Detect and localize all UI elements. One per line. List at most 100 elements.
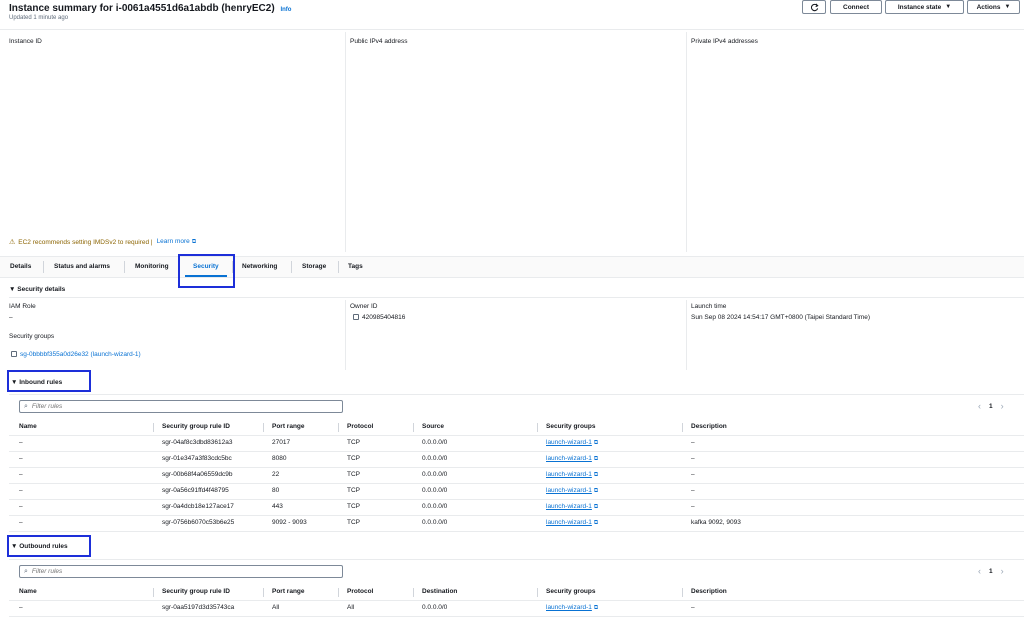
table-cell: –: [691, 487, 695, 494]
column-separator[interactable]: [537, 423, 538, 432]
learn-more-link[interactable]: Learn more ⧉: [157, 238, 197, 246]
updated-text: Updated 1 minute ago: [9, 15, 69, 21]
column-separator[interactable]: [338, 423, 339, 432]
table-cell: –: [691, 471, 695, 478]
security-group-link[interactable]: sg-0bbbbf355a0d26e32 (launch-wizard-1): [11, 351, 141, 358]
outbound-highlight: [7, 535, 91, 557]
table-cell: –: [19, 503, 23, 510]
launch-time-label: Launch time: [691, 303, 727, 310]
security-group-link[interactable]: launch-wizard-1 ⧉: [546, 455, 598, 463]
security-groups-label: Security groups: [9, 333, 55, 340]
column-header[interactable]: Source: [422, 423, 444, 430]
column-separator[interactable]: [153, 423, 154, 432]
security-group-link[interactable]: launch-wizard-1 ⧉: [546, 503, 598, 511]
security-group-link[interactable]: launch-wizard-1 ⧉: [546, 487, 598, 495]
column-header[interactable]: Protocol: [347, 423, 373, 430]
security-group-link[interactable]: launch-wizard-1 ⧉: [546, 604, 598, 612]
warning-icon: ⚠: [9, 239, 16, 246]
column-header[interactable]: Port range: [272, 588, 305, 595]
external-link-icon: ⧉: [593, 456, 599, 462]
tab-status-and-alarms[interactable]: Status and alarms: [54, 263, 110, 270]
column-header[interactable]: Description: [691, 588, 727, 595]
table-cell: 0.0.0.0/0: [422, 455, 448, 462]
refresh-icon: [810, 3, 819, 11]
column-header[interactable]: Security groups: [546, 423, 595, 430]
column-separator[interactable]: [537, 588, 538, 597]
table-cell: kafka 9092, 9093: [691, 519, 741, 526]
info-link[interactable]: Info: [280, 7, 291, 13]
column-separator[interactable]: [153, 588, 154, 597]
security-group-link[interactable]: launch-wizard-1 ⧉: [546, 519, 598, 527]
tab-details[interactable]: Details: [10, 263, 31, 270]
column-separator[interactable]: [263, 423, 264, 432]
column-divider: [345, 32, 346, 252]
security-group-name: launch-wizard-1: [546, 439, 592, 446]
row-divider: [9, 435, 1024, 436]
external-link-icon: ⧉: [593, 504, 599, 510]
chevron-right-icon[interactable]: ›: [1001, 401, 1004, 411]
column-header[interactable]: Protocol: [347, 588, 373, 595]
row-divider: [9, 616, 1024, 617]
tab-separator: [338, 261, 339, 273]
row-divider: [9, 451, 1024, 452]
column-header[interactable]: Security group rule ID: [162, 423, 230, 430]
table-cell: –: [19, 455, 23, 462]
external-link-icon: ⧉: [593, 605, 599, 611]
column-separator[interactable]: [682, 588, 683, 597]
tab-tags[interactable]: Tags: [348, 263, 363, 270]
table-cell: –: [19, 519, 23, 526]
copy-icon[interactable]: [353, 314, 359, 320]
chevron-left-icon[interactable]: ‹: [978, 566, 981, 576]
column-header[interactable]: Description: [691, 423, 727, 430]
inbound-filter-input[interactable]: [31, 403, 322, 410]
column-separator[interactable]: [413, 423, 414, 432]
iam-role-value: –: [9, 314, 13, 321]
private-ipv4-label: Private IPv4 addresses: [691, 38, 758, 45]
outbound-filter-input[interactable]: [31, 568, 322, 575]
actions-button[interactable]: Actions ▼: [967, 0, 1020, 14]
chevron-right-icon[interactable]: ›: [1001, 566, 1004, 576]
tab-monitoring[interactable]: Monitoring: [135, 263, 169, 270]
table-cell: sgr-0a4dcb18e127ace17: [162, 503, 234, 510]
refresh-button[interactable]: [802, 0, 826, 14]
column-header[interactable]: Destination: [422, 588, 457, 595]
column-separator[interactable]: [682, 423, 683, 432]
security-details-label: Security details: [17, 286, 66, 293]
security-details-heading[interactable]: ▼ Security details: [9, 286, 65, 293]
copy-icon[interactable]: [11, 351, 17, 357]
connect-button[interactable]: Connect: [830, 0, 882, 14]
security-group-link[interactable]: launch-wizard-1 ⧉: [546, 471, 598, 479]
connect-label: Connect: [843, 3, 869, 11]
table-cell: 443: [272, 503, 283, 510]
column-header[interactable]: Name: [19, 588, 37, 595]
instance-id-label: Instance ID: [9, 38, 42, 45]
column-separator[interactable]: [413, 588, 414, 597]
table-cell: –: [691, 503, 695, 510]
chevron-left-icon[interactable]: ‹: [978, 401, 981, 411]
owner-id-text: 420985404816: [362, 314, 406, 321]
tab-storage[interactable]: Storage: [302, 263, 326, 270]
table-cell: 27017: [272, 439, 291, 446]
table-cell: 22: [272, 471, 280, 478]
launch-time-value: Sun Sep 08 2024 14:54:17 GMT+0800 (Taipe…: [691, 314, 871, 321]
caret-down-icon: ▼: [1004, 4, 1011, 10]
table-cell: –: [19, 487, 23, 494]
security-group-link[interactable]: launch-wizard-1 ⧉: [546, 439, 598, 447]
external-link-icon: ⧉: [191, 239, 197, 245]
column-separator[interactable]: [263, 588, 264, 597]
table-cell: 0.0.0.0/0: [422, 519, 448, 526]
column-header[interactable]: Port range: [272, 423, 305, 430]
outbound-filter[interactable]: ⌕: [19, 565, 343, 578]
security-group-name: launch-wizard-1: [546, 503, 592, 510]
column-header[interactable]: Security group rule ID: [162, 588, 230, 595]
section-divider: [9, 394, 1024, 395]
column-separator[interactable]: [338, 588, 339, 597]
tab-networking[interactable]: Networking: [242, 263, 277, 270]
table-cell: TCP: [347, 487, 360, 494]
column-header[interactable]: Security groups: [546, 588, 595, 595]
page-number[interactable]: 1: [989, 568, 993, 575]
instance-state-button[interactable]: Instance state ▼: [885, 0, 964, 14]
inbound-filter[interactable]: ⌕: [19, 400, 343, 413]
page-number[interactable]: 1: [989, 403, 993, 410]
column-header[interactable]: Name: [19, 423, 37, 430]
